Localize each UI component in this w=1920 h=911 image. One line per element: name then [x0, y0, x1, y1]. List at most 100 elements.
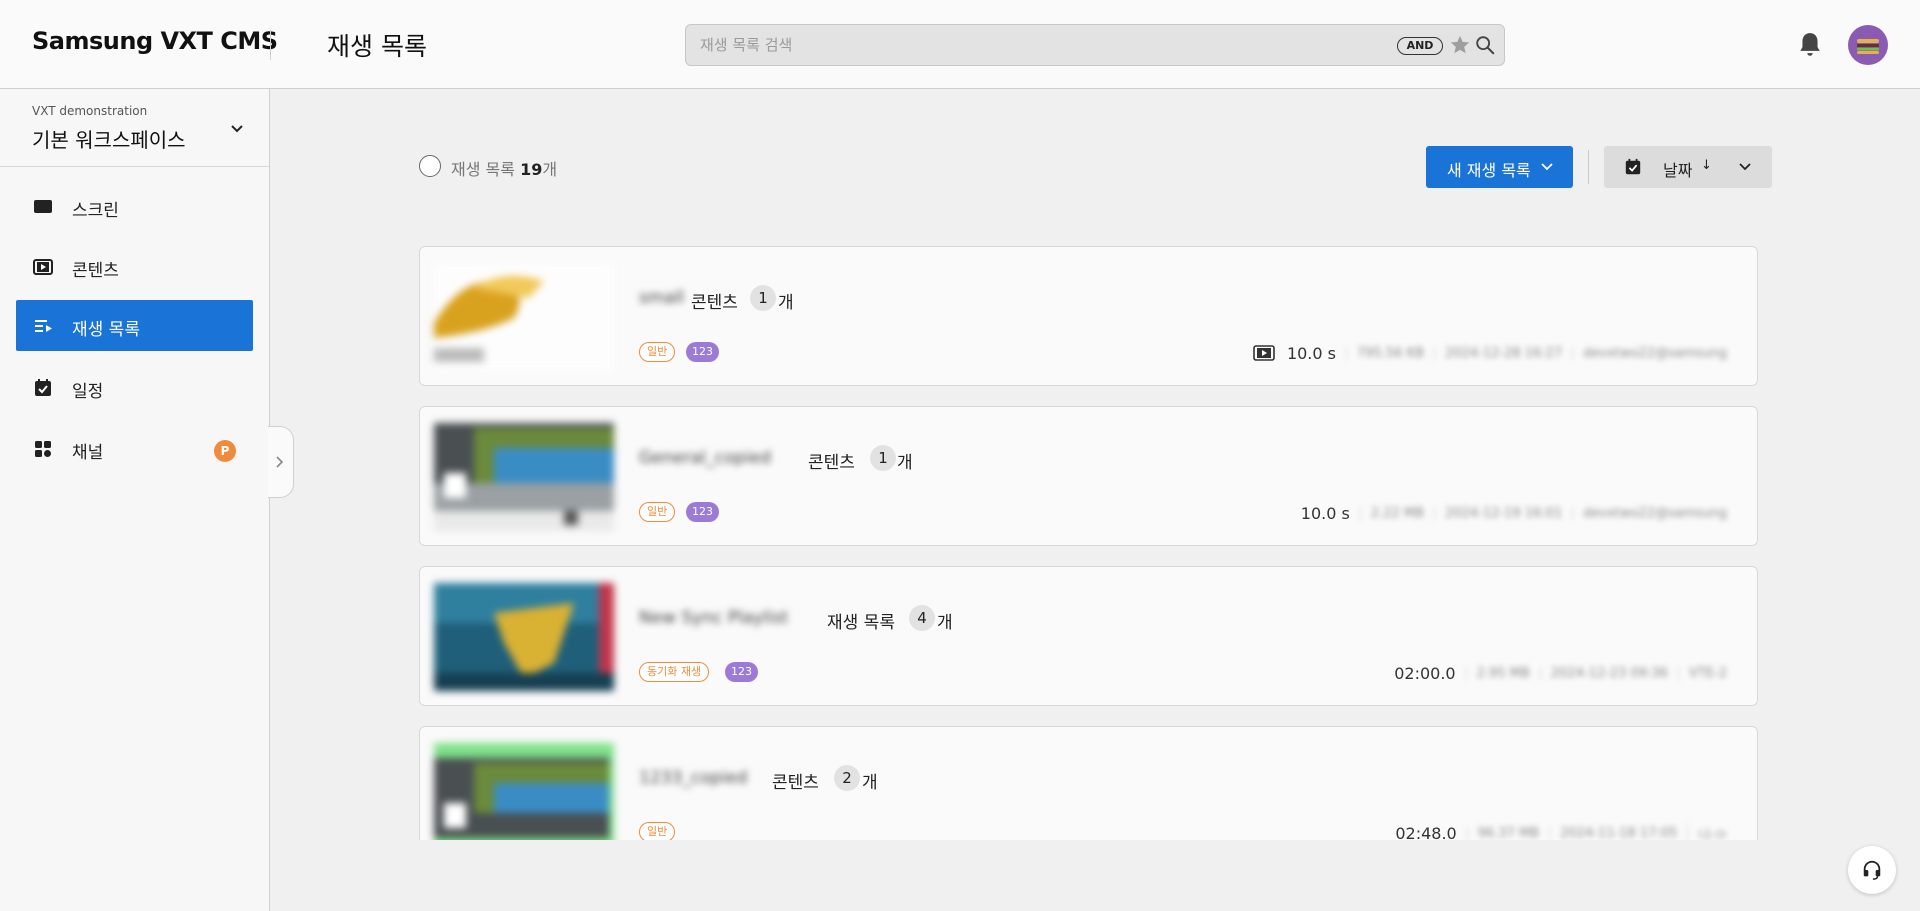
- playlist-card[interactable]: 1233_copied 콘텐츠 2 개 일반 02:48.0 96.37 MB …: [419, 726, 1758, 840]
- sidebar-item-label: 재생 목록: [72, 320, 140, 340]
- new-playlist-label: 새 재생 목록: [1447, 161, 1531, 180]
- chevron-down-icon: [231, 125, 243, 133]
- playlist-tag: 동기화 재생: [639, 662, 710, 682]
- playlist-type: 콘텐츠: [808, 453, 855, 473]
- item-count-badge: 1: [870, 445, 896, 471]
- playlist-size: 795.56 KB: [1345, 345, 1434, 361]
- playlist-thumbnail: [434, 743, 614, 840]
- playlist-tag: 일반: [639, 502, 676, 522]
- user-avatar[interactable]: [1848, 25, 1888, 65]
- playlist-size: 2.22 MB: [1359, 505, 1434, 521]
- playlist-meta: 10.0 s 795.56 KB 2024-12-28 16:27 devxtw…: [1253, 342, 1737, 364]
- toolbar-divider: [1588, 150, 1589, 184]
- chevron-down-icon: [1739, 163, 1751, 171]
- playlist-name: New Sync Playlist: [639, 608, 789, 628]
- notification-bell-icon[interactable]: [1797, 31, 1823, 59]
- search-operator-toggle[interactable]: AND: [1397, 37, 1443, 55]
- playlist-thumbnail: [434, 583, 614, 691]
- playlist-thumbnail: [434, 423, 614, 531]
- search-icon[interactable]: [1474, 34, 1496, 56]
- item-count-unit: 개: [937, 613, 953, 633]
- playlist-duration: 10.0 s: [1300, 503, 1350, 523]
- star-icon[interactable]: [1449, 34, 1471, 56]
- sidebar-item-label: 콘텐츠: [72, 261, 119, 281]
- page-title: 재생 목록: [327, 32, 427, 61]
- channel-icon: [35, 441, 51, 457]
- sidebar-item-label: 스크린: [72, 201, 119, 221]
- new-playlist-button[interactable]: 새 재생 목록: [1426, 146, 1573, 188]
- item-count-unit: 개: [778, 293, 794, 313]
- playlist-size: 96.37 MB: [1466, 825, 1549, 840]
- count-prefix: 재생 목록: [451, 160, 521, 179]
- sidebar-item-content[interactable]: 콘텐츠: [16, 241, 253, 292]
- video-icon: [1253, 345, 1275, 361]
- screen-icon: [34, 200, 52, 213]
- playlist-duration: 02:00.0: [1394, 663, 1456, 683]
- chevron-down-icon: [1541, 163, 1553, 171]
- playlist-count: 재생 목록 19개: [451, 156, 557, 180]
- playlist-tag: 일반: [639, 342, 676, 362]
- sort-direction-icon[interactable]: ↓: [1701, 158, 1712, 173]
- search-bar: AND: [685, 24, 1505, 66]
- playlist-tag: 일반: [639, 822, 676, 840]
- playlist-type: 콘텐츠: [691, 293, 738, 313]
- sidebar-item-playlist[interactable]: 재생 목록: [16, 300, 253, 351]
- search-input[interactable]: [700, 34, 1350, 56]
- sidebar: VXT demonstration 기본 워크스페이스 스크린 콘텐츠 재생 목…: [0, 89, 294, 911]
- sort-dropdown[interactable]: 날짜 ↓: [1604, 146, 1772, 188]
- chevron-right-icon: [276, 456, 284, 468]
- count-suffix: 개: [542, 160, 558, 179]
- header-divider: [270, 30, 271, 60]
- workspace-selector[interactable]: VXT demonstration 기본 워크스페이스: [0, 89, 269, 167]
- playlist-duration: 02:48.0: [1395, 823, 1457, 841]
- sidebar-item-label: 일정: [72, 382, 104, 402]
- sidebar-item-screen[interactable]: 스크린: [16, 181, 253, 232]
- playlist-meta: 02:00.0 2.95 MB 2024-12-23 09:36 VTE-2: [1394, 662, 1737, 684]
- content-icon: [33, 259, 53, 275]
- playlist-modified-date: 2024-12-23 09:36: [1539, 665, 1678, 681]
- playlist-modified-date: 2024-11-18 17:05: [1549, 825, 1687, 840]
- workspace-name: 기본 워크스페이스: [32, 128, 186, 152]
- playlist-number-badge: 123: [725, 662, 758, 682]
- item-count-badge: 4: [909, 605, 935, 631]
- sidebar-item-channel[interactable]: 채널 P: [16, 423, 253, 474]
- playlist-list: small 콘텐츠 1 개 일반 123 10.0 s 795.56 KB 20…: [419, 246, 1759, 840]
- count-value: 19: [520, 160, 543, 179]
- playlist-owner: devxtwo22@samsung: [1572, 505, 1737, 521]
- schedule-icon: [35, 379, 51, 396]
- headset-icon: [1863, 860, 1881, 880]
- premium-badge: P: [214, 440, 236, 462]
- playlist-name: small: [639, 288, 685, 308]
- playlist-icon: [35, 320, 52, 332]
- sidebar-collapse-toggle[interactable]: [268, 426, 294, 498]
- playlist-owner: 나-ㅁ: [1687, 823, 1737, 840]
- sort-label: 날짜: [1663, 161, 1693, 180]
- calendar-check-icon: [1625, 158, 1641, 175]
- item-count-badge: 1: [750, 285, 776, 311]
- help-support-button[interactable]: [1848, 846, 1896, 894]
- playlist-card[interactable]: small 콘텐츠 1 개 일반 123 10.0 s 795.56 KB 20…: [419, 246, 1758, 386]
- playlist-name: 1233_copied: [639, 768, 748, 788]
- playlist-number-badge: 123: [686, 342, 719, 362]
- playlist-duration: 10.0 s: [1286, 343, 1336, 363]
- sidebar-item-schedule[interactable]: 일정: [16, 362, 253, 413]
- select-all-checkbox[interactable]: [419, 155, 441, 177]
- playlist-card[interactable]: New Sync Playlist 재생 목록 4 개 동기화 재생 123 0…: [419, 566, 1758, 706]
- top-header: Samsung VXT CMS 재생 목록 AND: [0, 0, 1920, 89]
- playlist-thumbnail: [434, 263, 614, 371]
- item-count-unit: 개: [897, 453, 913, 473]
- playlist-number-badge: 123: [686, 502, 719, 522]
- playlist-type: 콘텐츠: [772, 773, 819, 793]
- playlist-modified-date: 2024-12-28 16:27: [1434, 345, 1572, 361]
- sidebar-item-label: 채널: [72, 443, 104, 463]
- item-count-badge: 2: [834, 765, 860, 791]
- item-count-unit: 개: [862, 773, 878, 793]
- playlist-meta: 10.0 s 2.22 MB 2024-12-19 16:01 devxtwo2…: [1301, 502, 1737, 524]
- playlist-meta: 02:48.0 96.37 MB 2024-11-18 17:05 나-ㅁ: [1395, 822, 1737, 840]
- playlist-type: 재생 목록: [827, 613, 895, 633]
- app-logo[interactable]: Samsung VXT CMS: [32, 27, 278, 55]
- playlist-name: General_copied: [639, 448, 772, 468]
- playlist-modified-date: 2024-12-19 16:01: [1434, 505, 1572, 521]
- avatar-image: [1857, 39, 1879, 54]
- playlist-card[interactable]: General_copied 콘텐츠 1 개 일반 123 10.0 s 2.2…: [419, 406, 1758, 546]
